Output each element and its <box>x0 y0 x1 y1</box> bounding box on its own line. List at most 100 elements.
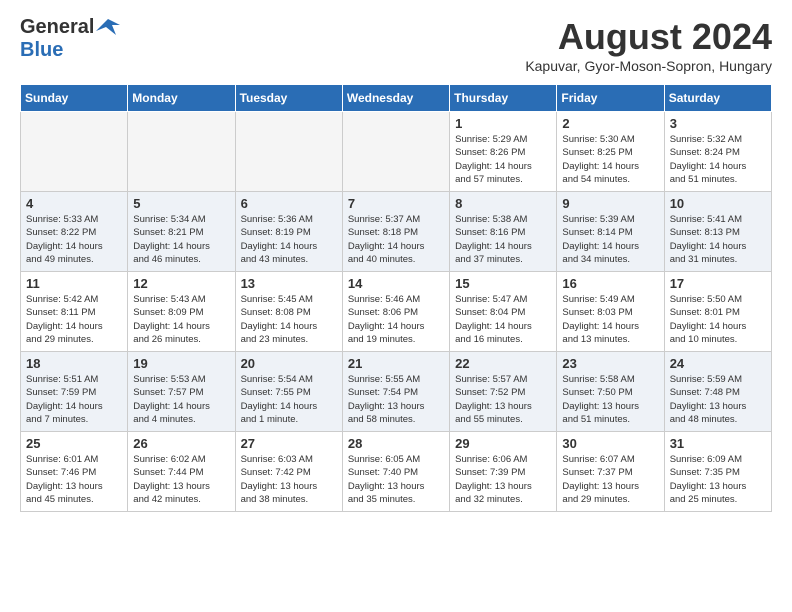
calendar-title: August 2024 <box>525 16 772 58</box>
day-number: 2 <box>562 116 658 131</box>
day-number: 15 <box>455 276 551 291</box>
logo-general-text: General <box>20 16 94 39</box>
day-cell: 14 Sunrise: 5:46 AM Sunset: 8:06 PM Dayli… <box>342 272 449 352</box>
day-cell: 31 Sunrise: 6:09 AM Sunset: 7:35 PM Dayli… <box>664 432 771 512</box>
logo: General Blue <box>20 16 120 62</box>
day-content: Sunrise: 5:47 AM Sunset: 8:04 PM Dayligh… <box>455 293 551 346</box>
day-content: Sunrise: 5:33 AM Sunset: 8:22 PM Dayligh… <box>26 213 122 266</box>
day-cell: 12Sunrise: 5:43 AM Sunset: 8:09 PM Dayli… <box>128 272 235 352</box>
day-number: 10 <box>670 196 766 211</box>
day-content: Sunrise: 5:46 AM Sunset: 8:06 PM Dayligh… <box>348 293 444 346</box>
day-cell: 11 Sunrise: 5:42 AM Sunset: 8:11 PM Dayli… <box>21 272 128 352</box>
weekday-header-saturday: Saturday <box>664 85 771 112</box>
day-content: Sunrise: 6:03 AM Sunset: 7:42 PM Dayligh… <box>241 453 337 506</box>
day-content: Sunrise: 5:42 AM Sunset: 8:11 PM Dayligh… <box>26 293 122 346</box>
week-row-4: 18Sunrise: 5:51 AM Sunset: 7:59 PM Dayli… <box>21 352 772 432</box>
day-content: Sunrise: 6:05 AM Sunset: 7:40 PM Dayligh… <box>348 453 444 506</box>
day-number: 26 <box>133 436 229 451</box>
day-content: Sunrise: 5:59 AM Sunset: 7:48 PM Dayligh… <box>670 373 766 426</box>
calendar-table: SundayMondayTuesdayWednesdayThursdayFrid… <box>20 84 772 512</box>
day-content: Sunrise: 6:01 AM Sunset: 7:46 PM Dayligh… <box>26 453 122 506</box>
day-number: 28 <box>348 436 444 451</box>
day-content: Sunrise: 5:57 AM Sunset: 7:52 PM Dayligh… <box>455 373 551 426</box>
day-content: Sunrise: 6:02 AM Sunset: 7:44 PM Dayligh… <box>133 453 229 506</box>
logo-bird-icon <box>96 17 120 37</box>
header: General Blue August 2024 Kapuvar, Gyor-M… <box>20 16 772 74</box>
week-row-3: 11 Sunrise: 5:42 AM Sunset: 8:11 PM Dayli… <box>21 272 772 352</box>
day-content: Sunrise: 5:37 AM Sunset: 8:18 PM Dayligh… <box>348 213 444 266</box>
day-cell: 20Sunrise: 5:54 AM Sunset: 7:55 PM Dayli… <box>235 352 342 432</box>
weekday-header-row: SundayMondayTuesdayWednesdayThursdayFrid… <box>21 85 772 112</box>
day-cell: 5 Sunrise: 5:34 AM Sunset: 8:21 PM Daylig… <box>128 192 235 272</box>
day-content: Sunrise: 5:30 AM Sunset: 8:25 PM Dayligh… <box>562 133 658 186</box>
day-content: Sunrise: 5:51 AM Sunset: 7:59 PM Dayligh… <box>26 373 122 426</box>
day-content: Sunrise: 5:32 AM Sunset: 8:24 PM Dayligh… <box>670 133 766 186</box>
day-cell <box>235 112 342 192</box>
day-cell <box>21 112 128 192</box>
day-cell: 13Sunrise: 5:45 AM Sunset: 8:08 PM Dayli… <box>235 272 342 352</box>
calendar-subtitle: Kapuvar, Gyor-Moson-Sopron, Hungary <box>525 58 772 74</box>
day-cell: 6 Sunrise: 5:36 AM Sunset: 8:19 PM Daylig… <box>235 192 342 272</box>
day-number: 25 <box>26 436 122 451</box>
day-number: 24 <box>670 356 766 371</box>
day-cell: 24 Sunrise: 5:59 AM Sunset: 7:48 PM Dayli… <box>664 352 771 432</box>
day-cell <box>342 112 449 192</box>
day-number: 22 <box>455 356 551 371</box>
day-number: 16 <box>562 276 658 291</box>
week-row-2: 4 Sunrise: 5:33 AM Sunset: 8:22 PM Daylig… <box>21 192 772 272</box>
day-cell: 29 Sunrise: 6:06 AM Sunset: 7:39 PM Dayli… <box>450 432 557 512</box>
day-content: Sunrise: 5:38 AM Sunset: 8:16 PM Dayligh… <box>455 213 551 266</box>
day-number: 1 <box>455 116 551 131</box>
day-number: 20 <box>241 356 337 371</box>
day-number: 8 <box>455 196 551 211</box>
day-cell: 8 Sunrise: 5:38 AM Sunset: 8:16 PM Daylig… <box>450 192 557 272</box>
day-content: Sunrise: 5:50 AM Sunset: 8:01 PM Dayligh… <box>670 293 766 346</box>
day-cell: 21Sunrise: 5:55 AM Sunset: 7:54 PM Dayli… <box>342 352 449 432</box>
day-cell: 18Sunrise: 5:51 AM Sunset: 7:59 PM Dayli… <box>21 352 128 432</box>
day-number: 6 <box>241 196 337 211</box>
weekday-header-sunday: Sunday <box>21 85 128 112</box>
title-area: August 2024 Kapuvar, Gyor-Moson-Sopron, … <box>525 16 772 74</box>
day-cell: 23Sunrise: 5:58 AM Sunset: 7:50 PM Dayli… <box>557 352 664 432</box>
day-content: Sunrise: 5:45 AM Sunset: 8:08 PM Dayligh… <box>241 293 337 346</box>
day-number: 29 <box>455 436 551 451</box>
day-cell <box>128 112 235 192</box>
day-content: Sunrise: 5:36 AM Sunset: 8:19 PM Dayligh… <box>241 213 337 266</box>
day-number: 19 <box>133 356 229 371</box>
day-content: Sunrise: 6:09 AM Sunset: 7:35 PM Dayligh… <box>670 453 766 506</box>
day-cell: 3 Sunrise: 5:32 AM Sunset: 8:24 PM Daylig… <box>664 112 771 192</box>
day-content: Sunrise: 5:41 AM Sunset: 8:13 PM Dayligh… <box>670 213 766 266</box>
day-number: 5 <box>133 196 229 211</box>
day-content: Sunrise: 5:49 AM Sunset: 8:03 PM Dayligh… <box>562 293 658 346</box>
day-number: 31 <box>670 436 766 451</box>
day-cell: 7 Sunrise: 5:37 AM Sunset: 8:18 PM Daylig… <box>342 192 449 272</box>
day-cell: 17Sunrise: 5:50 AM Sunset: 8:01 PM Dayli… <box>664 272 771 352</box>
day-content: Sunrise: 6:06 AM Sunset: 7:39 PM Dayligh… <box>455 453 551 506</box>
day-content: Sunrise: 5:34 AM Sunset: 8:21 PM Dayligh… <box>133 213 229 266</box>
day-cell: 30 Sunrise: 6:07 AM Sunset: 7:37 PM Dayli… <box>557 432 664 512</box>
day-number: 4 <box>26 196 122 211</box>
day-number: 23 <box>562 356 658 371</box>
day-cell: 9 Sunrise: 5:39 AM Sunset: 8:14 PM Daylig… <box>557 192 664 272</box>
day-cell: 16 Sunrise: 5:49 AM Sunset: 8:03 PM Dayli… <box>557 272 664 352</box>
day-cell: 22 Sunrise: 5:57 AM Sunset: 7:52 PM Dayli… <box>450 352 557 432</box>
day-number: 7 <box>348 196 444 211</box>
day-number: 14 <box>348 276 444 291</box>
day-cell: 4 Sunrise: 5:33 AM Sunset: 8:22 PM Daylig… <box>21 192 128 272</box>
day-number: 9 <box>562 196 658 211</box>
day-content: Sunrise: 5:39 AM Sunset: 8:14 PM Dayligh… <box>562 213 658 266</box>
day-cell: 1 Sunrise: 5:29 AM Sunset: 8:26 PM Daylig… <box>450 112 557 192</box>
day-number: 3 <box>670 116 766 131</box>
day-cell: 10 Sunrise: 5:41 AM Sunset: 8:13 PM Dayli… <box>664 192 771 272</box>
day-cell: 15 Sunrise: 5:47 AM Sunset: 8:04 PM Dayli… <box>450 272 557 352</box>
weekday-header-wednesday: Wednesday <box>342 85 449 112</box>
day-cell: 26 Sunrise: 6:02 AM Sunset: 7:44 PM Dayli… <box>128 432 235 512</box>
day-number: 30 <box>562 436 658 451</box>
day-cell: 25 Sunrise: 6:01 AM Sunset: 7:46 PM Dayli… <box>21 432 128 512</box>
day-cell: 19Sunrise: 5:53 AM Sunset: 7:57 PM Dayli… <box>128 352 235 432</box>
day-content: Sunrise: 6:07 AM Sunset: 7:37 PM Dayligh… <box>562 453 658 506</box>
weekday-header-tuesday: Tuesday <box>235 85 342 112</box>
day-content: Sunrise: 5:29 AM Sunset: 8:26 PM Dayligh… <box>455 133 551 186</box>
day-number: 27 <box>241 436 337 451</box>
day-number: 11 <box>26 276 122 291</box>
